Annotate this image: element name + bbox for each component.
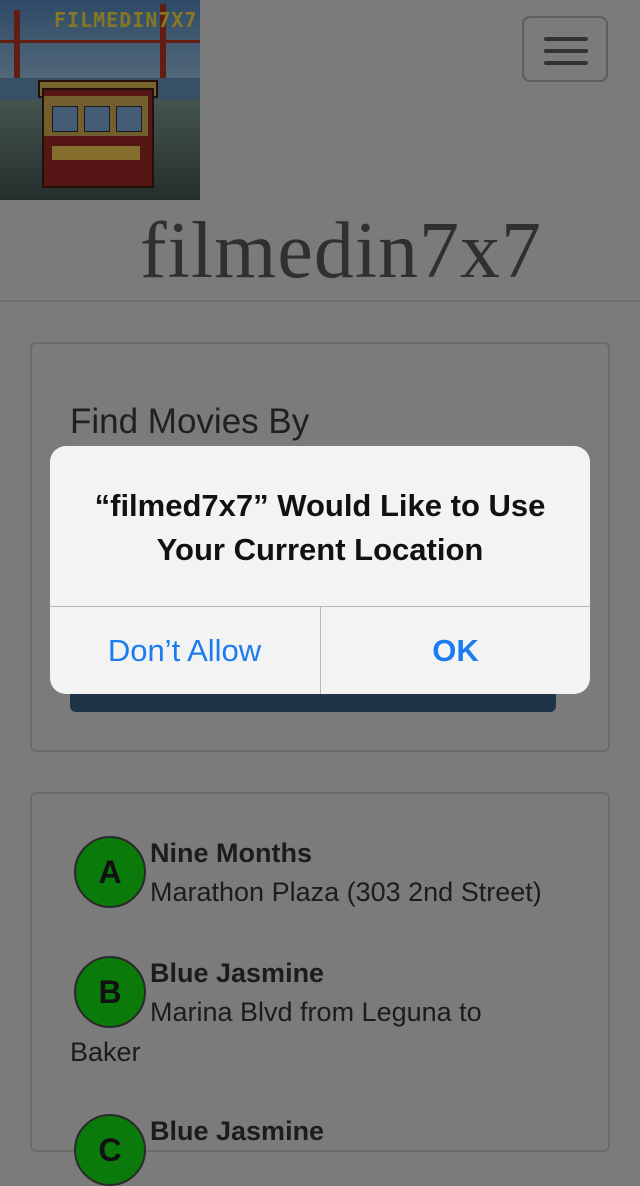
brand-title[interactable]: filmedin7x7 xyxy=(140,206,542,297)
marker-badge: A xyxy=(74,836,146,908)
alert-message: “filmed7x7” Would Like to Use Your Curre… xyxy=(94,488,546,567)
dont-allow-button[interactable]: Don’t Allow xyxy=(50,607,319,694)
header-divider xyxy=(0,300,640,302)
marker-badge: C xyxy=(74,1114,146,1186)
site-logo[interactable]: FILMEDIN7X7 xyxy=(0,0,200,200)
location-permission-alert: “filmed7x7” Would Like to Use Your Curre… xyxy=(50,446,590,694)
result-location: Marathon Plaza (303 2nd Street) xyxy=(150,877,542,907)
result-title: Blue Jasmine xyxy=(150,1116,325,1146)
result-title: Blue Jasmine xyxy=(150,958,325,988)
result-title: Nine Months xyxy=(150,838,312,868)
page: FILMEDIN7X7 filmedin7x7 Find Movies By A… xyxy=(0,0,640,1186)
result-location: Marina Blvd from Leguna to Baker xyxy=(70,997,482,1067)
menu-toggle-button[interactable] xyxy=(522,16,608,82)
find-title: Find Movies By xyxy=(70,402,310,441)
ok-button[interactable]: OK xyxy=(321,607,590,694)
